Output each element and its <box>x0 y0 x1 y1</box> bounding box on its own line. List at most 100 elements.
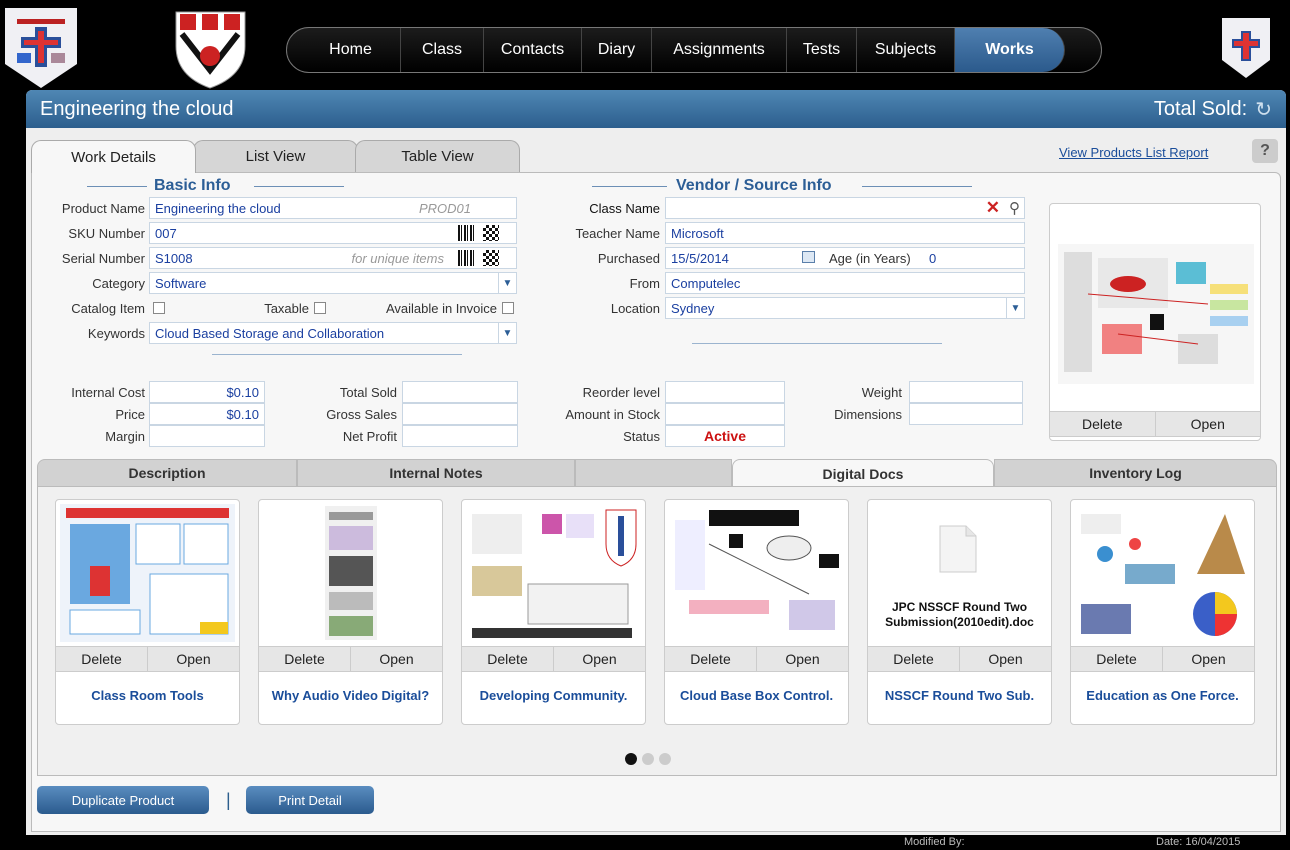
price-field[interactable]: $0.10 <box>149 403 265 425</box>
doc-open-button[interactable]: Open <box>554 647 645 671</box>
nav-works[interactable]: Works <box>955 28 1065 72</box>
teacher-name-field[interactable]: Microsoft <box>665 222 1025 244</box>
doc-thumbnail[interactable] <box>263 504 438 642</box>
doc-title-link[interactable]: Developing Community. <box>462 688 645 703</box>
purchased-value: 15/5/2014 <box>671 251 729 266</box>
doc-open-button[interactable]: Open <box>757 647 848 671</box>
product-image-panel: Delete Open <box>1049 203 1261 441</box>
view-products-report-link[interactable]: View Products List Report <box>1059 145 1208 160</box>
doc-delete-button[interactable]: Delete <box>665 647 757 671</box>
doc-thumbnail[interactable]: JPC NSSCF Round Two Submission(2010edit)… <box>872 504 1047 642</box>
calendar-icon[interactable] <box>802 251 815 263</box>
doc-thumbnail[interactable] <box>669 504 844 642</box>
tab-table-view[interactable]: Table View <box>355 140 520 172</box>
status-badge[interactable]: Active <box>665 425 785 447</box>
doc-open-button[interactable]: Open <box>148 647 239 671</box>
serial-field[interactable]: S1008 for unique items <box>149 247 517 269</box>
nav-subjects[interactable]: Subjects <box>857 28 955 72</box>
taxable-checkbox[interactable] <box>314 302 326 314</box>
category-select[interactable]: Software ▼ <box>149 272 517 294</box>
print-detail-button[interactable]: Print Detail <box>246 786 374 814</box>
chevron-down-icon[interactable]: ▼ <box>498 323 516 343</box>
keywords-select[interactable]: Cloud Based Storage and Collaboration ▼ <box>149 322 517 344</box>
doc-delete-button[interactable]: Delete <box>259 647 351 671</box>
doc-thumbnail[interactable] <box>466 504 641 642</box>
nav-home[interactable]: Home <box>301 28 401 72</box>
net-profit-field[interactable] <box>402 425 518 447</box>
doc-title-link[interactable]: Education as One Force. <box>1071 688 1254 703</box>
barcode-icon[interactable] <box>458 250 476 266</box>
refresh-icon[interactable]: ↻ <box>1255 97 1272 122</box>
page-dot-1[interactable] <box>625 753 637 765</box>
clear-icon[interactable]: ✕ <box>986 198 1000 218</box>
internal-cost-field[interactable]: $0.10 <box>149 381 265 403</box>
purchased-label: Purchased <box>597 251 660 266</box>
gross-sales-field[interactable] <box>402 403 518 425</box>
doc-title-link[interactable]: NSSCF Round Two Sub. <box>868 688 1051 703</box>
location-select[interactable]: Sydney ▼ <box>665 297 1025 319</box>
doc-thumbnail[interactable] <box>1075 504 1250 642</box>
margin-field[interactable] <box>149 425 265 447</box>
chevron-down-icon[interactable]: ▼ <box>498 273 516 293</box>
search-icon[interactable]: ⚲ <box>1009 199 1020 217</box>
catalog-item-checkbox[interactable] <box>153 302 165 314</box>
button-separator: | <box>226 790 231 810</box>
available-in-invoice-checkbox[interactable] <box>502 302 514 314</box>
page-dot-3[interactable] <box>659 753 671 765</box>
purchased-field[interactable]: 15/5/2014 Age (in Years) 0 <box>665 247 1025 269</box>
doc-thumbnail[interactable] <box>60 504 235 642</box>
subtab-digital-docs[interactable]: Digital Docs <box>732 459 994 487</box>
vendor-source-info-title: Vendor / Source Info <box>676 177 832 194</box>
page-title: Engineering the cloud <box>40 97 234 120</box>
nav-class[interactable]: Class <box>401 28 484 72</box>
reorder-level-field[interactable] <box>665 381 785 403</box>
doc-open-button[interactable]: Open <box>1163 647 1254 671</box>
dimensions-field[interactable] <box>909 403 1023 425</box>
class-name-field[interactable]: ✕ ⚲ <box>665 197 1025 219</box>
total-sold-field[interactable] <box>402 381 518 403</box>
nav-tests[interactable]: Tests <box>787 28 857 72</box>
qr-code-icon[interactable] <box>483 225 499 241</box>
subtab-inventory-log[interactable]: Inventory Log <box>994 459 1277 487</box>
nav-contacts[interactable]: Contacts <box>484 28 582 72</box>
doc-delete-button[interactable]: Delete <box>1071 647 1163 671</box>
duplicate-product-button[interactable]: Duplicate Product <box>37 786 209 814</box>
location-label: Location <box>610 301 660 316</box>
product-image[interactable] <box>1058 244 1254 384</box>
amount-in-stock-field[interactable] <box>665 403 785 425</box>
doc-open-button[interactable]: Open <box>351 647 442 671</box>
chevron-down-icon[interactable]: ▼ <box>1006 298 1024 318</box>
barcode-icon[interactable] <box>458 225 476 241</box>
detail-subtabs: Description Internal Notes Digital Docs … <box>37 459 1277 487</box>
doc-title-link[interactable]: Class Room Tools <box>56 688 239 703</box>
category-value: Software <box>155 276 207 291</box>
nav-assignments[interactable]: Assignments <box>652 28 787 72</box>
subtab-blank[interactable] <box>575 459 732 487</box>
subtab-internal-notes[interactable]: Internal Notes <box>297 459 575 487</box>
from-field[interactable]: Computelec <box>665 272 1025 294</box>
doc-delete-button[interactable]: Delete <box>462 647 554 671</box>
doc-title-link[interactable]: Cloud Base Box Control. <box>665 688 848 703</box>
nav-diary[interactable]: Diary <box>582 28 652 72</box>
delete-image-button[interactable]: Delete <box>1050 412 1156 436</box>
help-icon[interactable]: ? <box>1252 139 1278 163</box>
divider <box>592 186 667 187</box>
total-sold-header-label: Total Sold: <box>1153 97 1248 120</box>
subtab-description[interactable]: Description <box>37 459 297 487</box>
age-value: 0 <box>929 251 937 266</box>
qr-code-icon[interactable] <box>483 250 499 266</box>
product-name-field[interactable]: Engineering the cloud PROD01 <box>149 197 517 219</box>
sku-label: SKU Number <box>68 226 145 241</box>
weight-field[interactable] <box>909 381 1023 403</box>
sku-field[interactable]: 007 <box>149 222 517 244</box>
tab-list-view[interactable]: List View <box>193 140 358 172</box>
school-shield-logo <box>168 6 253 90</box>
doc-title-link[interactable]: Why Audio Video Digital? <box>259 688 442 703</box>
doc-open-button[interactable]: Open <box>960 647 1051 671</box>
page-dot-2[interactable] <box>642 753 654 765</box>
doc-delete-button[interactable]: Delete <box>56 647 148 671</box>
open-image-button[interactable]: Open <box>1156 412 1261 436</box>
doc-delete-button[interactable]: Delete <box>868 647 960 671</box>
product-code-value: PROD01 <box>418 201 471 216</box>
tab-work-details[interactable]: Work Details <box>31 140 196 173</box>
